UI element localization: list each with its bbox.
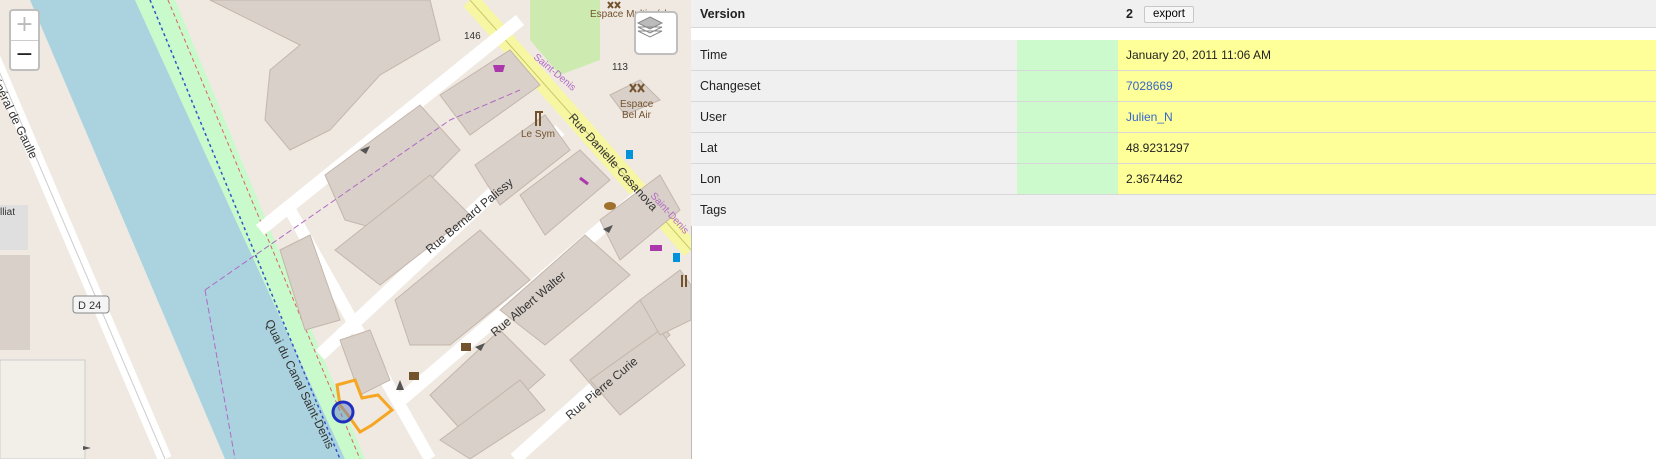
diff-marker xyxy=(1017,71,1118,101)
poi-label-espace: Espace xyxy=(620,99,654,110)
diff-marker xyxy=(1017,40,1118,70)
value-cell xyxy=(1118,71,1656,101)
row-label: Time xyxy=(700,48,728,62)
table-row-lon: Lon 2.3674462 xyxy=(691,164,1656,195)
diff-marker xyxy=(1017,102,1118,132)
layers-button[interactable] xyxy=(634,11,678,55)
row-label: Lat xyxy=(700,141,718,155)
poi-label-le-sym: Le Sym xyxy=(521,129,555,140)
user-link[interactable]: Julien_N xyxy=(1126,102,1173,132)
version-value: 2 xyxy=(1126,7,1133,21)
diff-marker xyxy=(1017,164,1118,194)
details-panel: Version 2 export Time January 20, 2011 1… xyxy=(691,0,1656,459)
zoom-in-button[interactable]: + xyxy=(11,11,38,41)
house-number-113: 113 xyxy=(612,62,628,73)
table-row-user: User Julien_N xyxy=(691,102,1656,133)
house-number-146: 146 xyxy=(464,31,481,42)
value-cell xyxy=(1118,102,1656,132)
fast-food-icon xyxy=(604,202,616,210)
row-label: Lon xyxy=(700,172,721,186)
tags-label: Tags xyxy=(700,203,727,217)
street-label-liat: lliat xyxy=(0,207,15,218)
road-shield-d24: D 24 xyxy=(78,300,101,312)
table-row-changeset: Changeset 7028669 xyxy=(691,71,1656,102)
version-label: Version xyxy=(700,7,746,21)
table-row-time: Time January 20, 2011 11:06 AM xyxy=(691,40,1656,71)
value-cell xyxy=(1118,164,1656,194)
row-label: User xyxy=(700,110,727,124)
table-row-tags: Tags xyxy=(691,195,1656,226)
layers-icon xyxy=(636,16,664,38)
poi-label-bel-air: Bel Air xyxy=(622,110,652,121)
map-view[interactable]: 146 113 Espace Multiméd Espace Bel Air L… xyxy=(0,0,692,459)
row-label: Changeset xyxy=(700,79,761,93)
time-value: January 20, 2011 11:06 AM xyxy=(1126,48,1271,62)
lat-value: 48.9231297 xyxy=(1126,141,1190,155)
theatre-icon xyxy=(650,245,662,251)
version-header-row: Version 2 export xyxy=(691,0,1656,28)
spacer xyxy=(691,28,1656,40)
table-row-lat: Lat 48.9231297 xyxy=(691,133,1656,164)
value-cell xyxy=(1118,133,1656,163)
zoom-control: + − xyxy=(9,9,40,71)
map-canvas[interactable]: 146 113 Espace Multiméd Espace Bel Air L… xyxy=(0,0,691,459)
lon-value: 2.3674462 xyxy=(1126,172,1183,186)
changeset-link[interactable]: 7028669 xyxy=(1126,71,1173,101)
zoom-out-button[interactable]: − xyxy=(11,41,38,70)
export-button[interactable]: export xyxy=(1144,6,1194,23)
diff-marker xyxy=(1017,133,1118,163)
